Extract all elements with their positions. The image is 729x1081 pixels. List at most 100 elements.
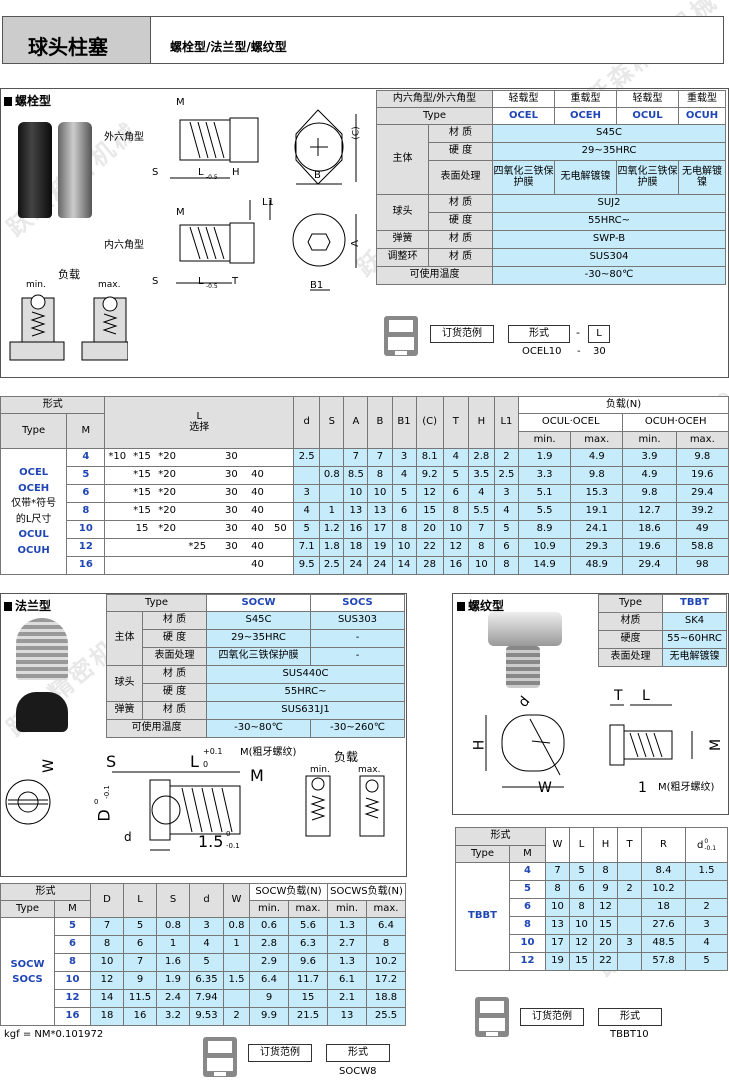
steel-flange-plunger-photo [16, 618, 68, 680]
dim-cell: 1 [156, 935, 190, 954]
dim-cell: 4 [442, 448, 469, 467]
table-head: R [641, 827, 686, 863]
dim-cell: 6 [442, 484, 469, 503]
dim-cell: 7 [343, 448, 369, 467]
L-option [129, 556, 156, 575]
dim-cell: 4 [685, 934, 728, 953]
dim-D-tol-bot: -0.1 [102, 785, 111, 799]
dim-H: H [232, 167, 240, 178]
load-cell: 0.6 [249, 917, 289, 936]
spec-value: SWP-B [492, 230, 726, 249]
dim-cell: 20 [593, 934, 618, 953]
order-L-label: L [588, 325, 610, 343]
L-option [155, 538, 180, 557]
spec-value: 无电解镀镍 [678, 160, 726, 195]
dim-cell: 2 [223, 1007, 250, 1026]
load-cell: 2.8 [249, 935, 289, 954]
type-code: OCEH [554, 107, 617, 125]
dim-cell: 2.5 [293, 448, 321, 467]
dim-cell [617, 862, 642, 881]
load-cell: 3.9 [622, 448, 677, 467]
dim-cell: 4 [293, 502, 321, 521]
load-cell: 6.3 [288, 935, 328, 954]
dim-cell: 1 [319, 502, 345, 521]
L-option [104, 556, 129, 575]
spec-head: 重载型 [678, 90, 726, 108]
spec-value: - [310, 647, 405, 666]
L-option: *15 [129, 448, 156, 467]
table-head: (C) [415, 396, 444, 449]
table-head: d [293, 396, 321, 449]
L-option [267, 556, 294, 575]
dim-cell: 9.2 [415, 466, 444, 485]
load-cell: 10.2 [365, 953, 407, 972]
spec-label: 材 质 [428, 230, 493, 249]
M-cell: 4 [509, 862, 546, 881]
dim-cell: 7 [367, 448, 393, 467]
table-head: min. [249, 900, 289, 918]
bolt-load-diagram [9, 294, 128, 361]
table-head: W [223, 883, 250, 918]
L-option [179, 484, 216, 503]
dim-B1: B1 [310, 280, 324, 291]
dim-cell: 15 [415, 502, 444, 521]
load-cell: 8 [365, 935, 407, 954]
table-row: SOCW SOCS 5 7 5 0.8 3 0.8 0.6 5.6 1.3 6.4 [0, 917, 407, 1026]
L-option [267, 538, 294, 557]
dim-D-tol-top: 0 [94, 798, 99, 806]
M-cell: 16 [54, 1007, 91, 1026]
load-cell: 19.1 [570, 502, 624, 521]
load-cell: 15 [288, 989, 328, 1008]
dim-cell: 4 [391, 466, 417, 485]
order-example-dash: - [577, 346, 581, 357]
load-cell: 9.8 [570, 466, 624, 485]
dim-M-note: M(粗牙螺纹) [240, 747, 297, 758]
load-cell: 1.9 [517, 448, 572, 467]
dim-cell: 2.4 [156, 989, 190, 1008]
load-cell: 3.3 [517, 466, 572, 485]
dim-cell: 8 [493, 556, 519, 575]
L-option: 30 [215, 502, 248, 521]
dim-cell: 8 [545, 880, 570, 899]
spec-label: 球头 [376, 194, 429, 231]
M-cell: 10 [66, 520, 106, 539]
black-flange-plunger-photo [16, 692, 68, 732]
L-option: *20 [155, 484, 180, 503]
dim-cell: 10 [343, 484, 369, 503]
order-form-label: 形式 [326, 1044, 390, 1062]
dim-cell: 12 [569, 934, 594, 953]
spec-value: 无电解镀镍 [662, 648, 727, 667]
spec-label: 主体 [376, 124, 429, 195]
dim-cell: 15 [593, 916, 618, 935]
L-option: *15 [129, 502, 156, 521]
table-head: 形式 [455, 827, 546, 846]
L-option [104, 520, 129, 539]
L-option: 40 [247, 520, 268, 539]
dim-cell: 13 [367, 502, 393, 521]
M-cell: 6 [66, 484, 106, 503]
table-head: S [156, 883, 190, 918]
dim-cell: 24 [367, 556, 393, 575]
dim-cell: 8.1 [415, 448, 444, 467]
spec-label: Type [598, 594, 663, 613]
spec-head: 轻载型 [492, 90, 555, 108]
dim-cell: 9 [123, 971, 157, 990]
spec-head: 轻载型 [616, 90, 679, 108]
L-option [179, 448, 216, 467]
load-cell: 29.3 [570, 538, 624, 557]
dim-cell: 17 [545, 934, 570, 953]
dim-M: M [250, 766, 264, 785]
spec-value: SUJ2 [492, 194, 726, 213]
L-option [179, 556, 216, 575]
L-option: *25 [179, 538, 216, 557]
load-cell: 12.7 [622, 502, 677, 521]
table-head: L [569, 827, 594, 863]
dim-cell: 3 [293, 484, 321, 503]
spec-label: 可使用温度 [376, 266, 493, 285]
dim-T: T [614, 688, 623, 704]
dim-cell: 27.6 [641, 916, 686, 935]
table-head: Type [0, 413, 68, 449]
L-option: *20 [155, 502, 180, 521]
load-cell: 18.8 [365, 989, 407, 1008]
dim-cell: 18 [90, 1007, 124, 1026]
